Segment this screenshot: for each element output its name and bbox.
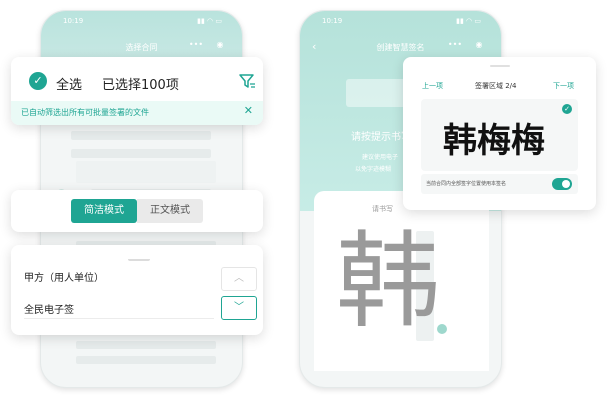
move-down-button[interactable]: ﹀ bbox=[221, 296, 257, 320]
prev-item-link[interactable]: 上一项 bbox=[422, 81, 443, 91]
notice-text: 已自动筛选出所有可批量签署的文件 bbox=[21, 108, 149, 117]
party-label: 甲方（用人单位） bbox=[24, 273, 104, 284]
party-card: 甲方（用人单位） 全民电子签 ︿ ﹀ bbox=[11, 245, 263, 335]
close-miniapp-icon[interactable]: ◉ bbox=[467, 35, 491, 55]
apply-all-toggle[interactable] bbox=[552, 178, 572, 190]
signature-card: 上一项 签署区域 2/4 下一项 韩梅梅 ✓ 当前合同内全部签字位置使用本签名 bbox=[403, 57, 596, 210]
pen-cursor bbox=[437, 324, 447, 334]
status-time: 10:19 bbox=[63, 17, 84, 25]
write-prompt: 请按提示书写 bbox=[351, 132, 411, 143]
more-icon[interactable]: ••• bbox=[184, 35, 208, 55]
mode-tabs-card: 简洁模式 正文模式 bbox=[11, 190, 263, 232]
select-all-checkbox[interactable]: ✓ bbox=[29, 72, 47, 90]
next-item-link[interactable]: 下一项 bbox=[553, 81, 574, 91]
status-time: 10:19 bbox=[322, 17, 343, 25]
apply-all-row: 当前合同内全部签字位置使用本签名 bbox=[421, 174, 578, 194]
placeholder-row bbox=[71, 131, 211, 140]
tab-full-mode[interactable]: 正文模式 bbox=[137, 199, 203, 223]
signature-preview[interactable]: 韩梅梅 ✓ bbox=[421, 99, 578, 171]
sign-region-label: 签署区域 2/4 bbox=[475, 82, 517, 90]
placeholder-row bbox=[76, 341, 216, 349]
writing-pad[interactable]: 请书写 韩 bbox=[314, 191, 489, 371]
more-icon[interactable]: ••• bbox=[443, 35, 467, 55]
signature-image: 韩梅梅 bbox=[443, 121, 545, 161]
card-handle bbox=[490, 65, 510, 67]
drag-handle[interactable] bbox=[128, 256, 150, 261]
apply-all-label: 当前合同内全部签字位置使用本签名 bbox=[426, 181, 507, 187]
party-underline bbox=[24, 318, 214, 319]
selected-count: 已选择100项 bbox=[102, 78, 179, 93]
close-notice-icon[interactable]: ✕ bbox=[244, 104, 253, 117]
auto-filter-notice: 已自动筛选出所有可批量签署的文件 ✕ bbox=[11, 101, 263, 125]
signal-icons: ▮▮ ◠ ▭ bbox=[197, 17, 222, 25]
hint-line-2: 以免字迹模糊 bbox=[355, 166, 392, 173]
tab-simple-mode[interactable]: 简洁模式 bbox=[71, 199, 137, 223]
placeholder-row bbox=[76, 356, 216, 364]
pad-label: 请书写 bbox=[372, 205, 393, 213]
signal-icons: ▮▮ ◠ ▭ bbox=[456, 17, 481, 25]
move-up-button[interactable]: ︿ bbox=[221, 267, 257, 291]
placeholder-row bbox=[76, 161, 216, 183]
selected-check-icon: ✓ bbox=[562, 104, 572, 114]
placeholder-row bbox=[71, 149, 211, 158]
toggle-knob bbox=[562, 180, 570, 188]
handwritten-char: 韩 bbox=[336, 220, 441, 342]
select-all-card: ✓ 全选 已选择100项 已自动筛选出所有可批量签署的文件 ✕ bbox=[11, 57, 263, 125]
filter-icon[interactable] bbox=[237, 71, 257, 91]
party-value: 全民电子签 bbox=[24, 305, 74, 316]
hint-line-1: 建议使用电子 bbox=[362, 154, 399, 161]
close-miniapp-icon[interactable]: ◉ bbox=[208, 35, 232, 55]
select-all-label[interactable]: 全选 bbox=[56, 74, 82, 93]
